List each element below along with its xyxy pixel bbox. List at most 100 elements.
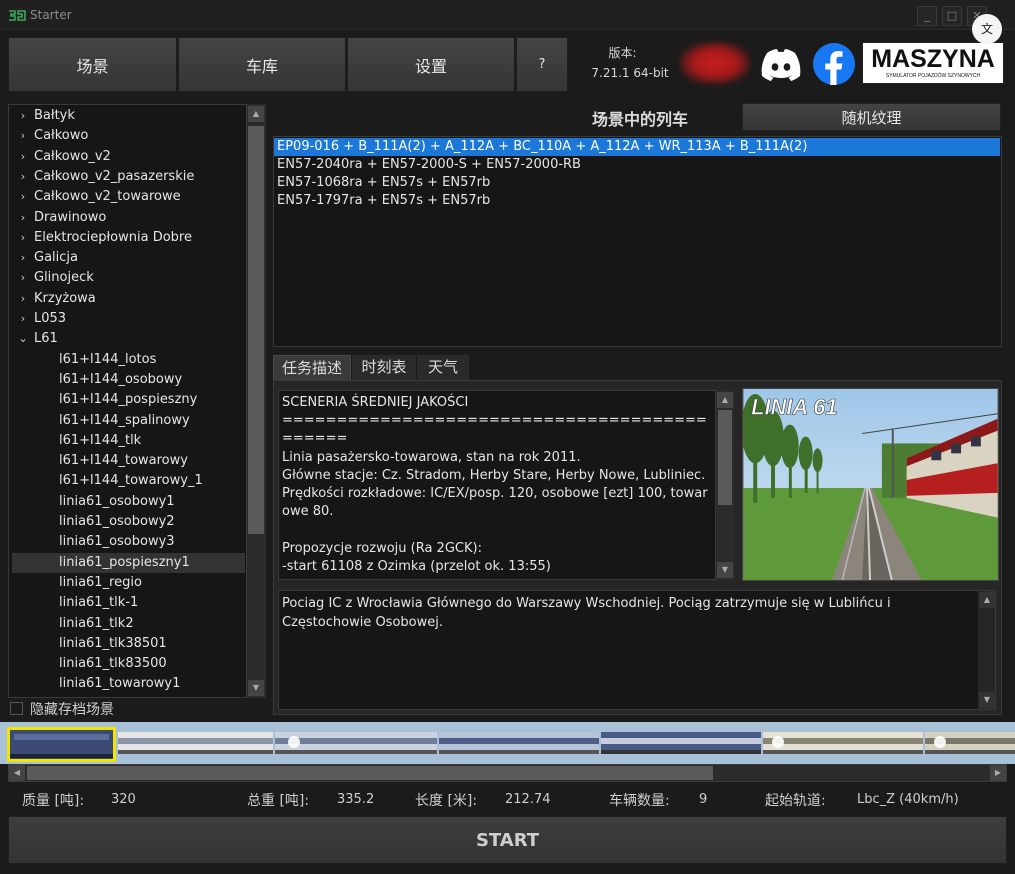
chevron-right-icon[interactable]: › <box>12 208 34 228</box>
random-texture-button[interactable]: 随机纹理 <box>742 103 1001 131</box>
tree-folder-item[interactable]: ›Całkowo_v2_pasazerskie <box>12 167 245 187</box>
chevron-right-icon[interactable]: › <box>12 147 34 167</box>
tree-scenario-item[interactable]: linia61_tlk38501 <box>12 634 245 654</box>
tree-folder-item[interactable]: ⌄L61 <box>12 329 245 349</box>
consist-scroll-right-icon[interactable]: ▶ <box>990 765 1006 781</box>
description-scroll-up-icon[interactable]: ▲ <box>717 392 733 408</box>
tree-item-label: l61+l144_towarowy <box>59 453 188 468</box>
train-list-item[interactable]: EN57-2040ra + EN57-2000-S + EN57-2000-RB <box>274 156 1000 174</box>
tree-item-label: l61+l144_lotos <box>59 352 156 367</box>
maszyna-logo-subtitle: SYMULATOR POJAZDÓW SZYNOWYCH <box>863 73 1003 79</box>
translate-icon[interactable]: 文 <box>972 14 1002 44</box>
tree-scenario-item[interactable]: linia61_osobowy2 <box>12 512 245 532</box>
tree-scenario-item[interactable]: linia61_osobowy1 <box>12 492 245 512</box>
tree-scenario-item[interactable]: linia61_tlk2 <box>12 614 245 634</box>
tree-folder-item[interactable]: ›Bałtyk <box>12 106 245 126</box>
tree-scroll-thumb[interactable] <box>248 126 264 534</box>
tree-scenario-item[interactable]: l61+l144_towarowy <box>12 451 245 471</box>
wagon-icon[interactable] <box>275 732 437 754</box>
tree-folder-item[interactable]: ›Krzyżowa <box>12 289 245 309</box>
total-mass-label: 总重 [吨]: <box>247 790 309 810</box>
train-list-item[interactable]: EN57-1797ra + EN57s + EN57rb <box>274 192 1000 210</box>
tree-scenario-item[interactable]: l61+l144_lotos <box>12 350 245 370</box>
wagon-icon[interactable] <box>601 732 761 754</box>
tree-item-label: linia61_pospieszny1 <box>59 555 190 570</box>
chevron-down-icon[interactable]: ⌄ <box>12 329 34 349</box>
tree-scenario-item[interactable]: l61+l144_osobowy <box>12 370 245 390</box>
chevron-right-icon[interactable]: › <box>12 106 34 126</box>
tree-folder-item[interactable]: ›Całkowo <box>12 126 245 146</box>
wagon-icon[interactable] <box>439 732 599 754</box>
help-button[interactable]: ? <box>516 37 568 92</box>
consist-scroll-thumb[interactable] <box>27 766 713 780</box>
info-scroll-down-icon[interactable]: ▼ <box>979 692 995 708</box>
facebook-icon[interactable] <box>812 42 856 86</box>
length-label: 长度 [米]: <box>415 790 477 810</box>
chevron-right-icon[interactable]: › <box>12 228 34 248</box>
tree-folder-item[interactable]: ›L053 <box>12 309 245 329</box>
tab-weather[interactable]: 天气 <box>417 355 469 380</box>
tree-scroll-up-icon[interactable]: ▲ <box>248 106 264 122</box>
tab-mission-description[interactable]: 任务描述 <box>273 355 351 380</box>
depot-button[interactable]: 车库 <box>178 37 346 92</box>
tree-item-label: l61+l144_pospieszny <box>59 392 197 407</box>
tree-scenario-item[interactable]: linia61_pospieszny1 <box>12 553 245 573</box>
mass-value: 320 <box>111 792 136 807</box>
wagon-icon[interactable] <box>925 732 1015 754</box>
chevron-right-icon[interactable]: › <box>12 187 34 207</box>
train-list-item[interactable]: EP09-016 + B_111A(2) + A_112A + BC_110A … <box>274 138 1000 156</box>
consist-strip[interactable] <box>0 722 1015 764</box>
tree-scenario-item[interactable]: linia61_regio <box>12 573 245 593</box>
maximize-button[interactable]: □ <box>942 6 962 26</box>
description-textbox[interactable]: SCENERIA ŚREDNIEJ JAKOŚCI ==============… <box>278 390 716 580</box>
version-value: 7.21.1 64-bit <box>580 66 680 80</box>
tree-scenario-item[interactable]: linia61_tlk-1 <box>12 593 245 613</box>
tree-scroll-down-icon[interactable]: ▼ <box>248 680 264 696</box>
tree-scenario-item[interactable]: linia61_towarowy1 <box>12 674 245 694</box>
hide-saved-checkbox[interactable] <box>10 702 23 715</box>
settings-button[interactable]: 设置 <box>347 37 515 92</box>
chevron-right-icon[interactable]: › <box>12 268 34 288</box>
tree-scenario-item[interactable]: l61+l144_pospieszny <box>12 390 245 410</box>
tree-item-label: l61+l144_tlk <box>59 433 141 448</box>
start-button[interactable]: START <box>8 816 1007 864</box>
wagon-icon[interactable] <box>118 732 273 754</box>
description-scroll-thumb[interactable] <box>718 410 732 505</box>
minimize-button[interactable]: _ <box>917 6 937 26</box>
tree-item-label: l61+l144_towarowy_1 <box>59 473 203 488</box>
tree-scenario-item[interactable]: l61+l144_towarowy_1 <box>12 471 245 491</box>
trains-header: 场景中的列车 <box>560 106 720 130</box>
train-info-textbox[interactable]: Pociag IC z Wrocławia Głównego do Warsza… <box>278 590 996 710</box>
chevron-right-icon[interactable]: › <box>12 309 34 329</box>
tree-scenario-item[interactable]: linia61_osobowy3 <box>12 532 245 552</box>
discord-icon[interactable] <box>757 45 805 85</box>
tree-scenario-item[interactable]: linia61_tlk83500 <box>12 654 245 674</box>
tree-scenario-item[interactable]: l61+l144_tlk <box>12 431 245 451</box>
consist-scroll-left-icon[interactable]: ◀ <box>9 765 25 781</box>
total-mass-value: 335.2 <box>337 792 374 807</box>
train-info-text: Pociag IC z Wrocławia Głównego do Warsza… <box>279 591 979 635</box>
tree-scenario-item[interactable]: l61+l144_spalinowy <box>12 411 245 431</box>
info-scroll-up-icon[interactable]: ▲ <box>979 592 995 608</box>
description-scroll-down-icon[interactable]: ▼ <box>717 562 733 578</box>
hide-saved-label: 隐藏存档场景 <box>30 699 114 719</box>
chevron-right-icon[interactable]: › <box>12 126 34 146</box>
tree-item-label: linia61_tlk83500 <box>59 656 167 671</box>
chevron-right-icon[interactable]: › <box>12 248 34 268</box>
tree-item-label: Całkowo_v2_towarowe <box>34 189 181 204</box>
tree-folder-item[interactable]: ›Galicja <box>12 248 245 268</box>
tree-folder-item[interactable]: ›Całkowo_v2_towarowe <box>12 187 245 207</box>
tree-folder-item[interactable]: ›Glinojeck <box>12 268 245 288</box>
chevron-right-icon[interactable]: › <box>12 289 34 309</box>
locomotive-icon[interactable] <box>7 727 116 762</box>
chevron-right-icon[interactable]: › <box>12 167 34 187</box>
maszyna-logo[interactable]: MASZYNA SYMULATOR POJAZDÓW SZYNOWYCH <box>862 42 1004 84</box>
wagon-icon[interactable] <box>763 732 923 754</box>
tree-folder-item[interactable]: ›Całkowo_v2 <box>12 147 245 167</box>
train-list-item[interactable]: EN57-1068ra + EN57s + EN57rb <box>274 174 1000 192</box>
tree-folder-item[interactable]: ›Drawinowo <box>12 208 245 228</box>
tree-folder-item[interactable]: ›Elektrociepłownia Dobre <box>12 228 245 248</box>
tab-timetable[interactable]: 时刻表 <box>352 355 416 380</box>
tree-item-label: Drawinowo <box>34 210 106 225</box>
scenario-button[interactable]: 场景 <box>8 37 177 92</box>
